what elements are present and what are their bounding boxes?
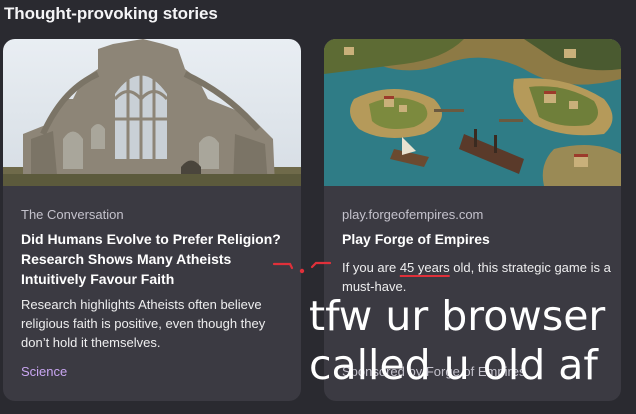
description-text: If you are xyxy=(342,260,400,275)
story-card-forge-of-empires[interactable]: play.forgeofempires.com Play Forge of Em… xyxy=(324,39,621,401)
age-highlight: 45 years xyxy=(399,260,450,275)
abbey-ruins-image xyxy=(3,39,301,186)
sponsored-label: Sponsored by Forge of Empires xyxy=(342,364,526,379)
story-card-conversation[interactable]: The Conversation Did Humans Evolve to Pr… xyxy=(3,39,301,401)
red-annotation-marks xyxy=(272,261,332,274)
section-title: Thought-provoking stories xyxy=(4,4,218,23)
card-description: If you are 45 years old, this strategic … xyxy=(342,258,612,296)
category-tag[interactable]: Science xyxy=(21,364,67,379)
card-source: play.forgeofempires.com xyxy=(342,207,484,222)
game-island-image xyxy=(324,39,621,186)
card-source: The Conversation xyxy=(21,207,124,222)
card-title[interactable]: Did Humans Evolve to Prefer Religion? Re… xyxy=(21,229,291,289)
card-title[interactable]: Play Forge of Empires xyxy=(342,229,612,249)
card-description: Research highlights Atheists often belie… xyxy=(21,297,266,350)
